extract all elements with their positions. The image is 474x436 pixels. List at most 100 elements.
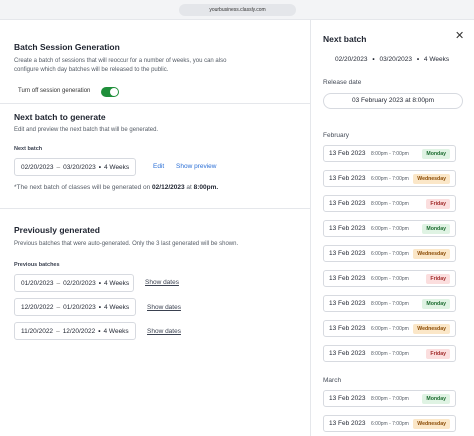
session-row[interactable]: 13 Feb 2023 6:00pm - 7:00pm Wednesday: [323, 170, 456, 187]
show-dates-link[interactable]: Show dates: [147, 328, 181, 335]
day-badge: Friday: [426, 198, 450, 209]
session-row[interactable]: 13 Feb 2023 6:00pm - 7:00pm Monday: [323, 220, 456, 237]
browser-address-bar: yourbusiness.classly.com: [0, 0, 474, 20]
session-time: 6:00pm - 7:00pm: [371, 275, 409, 282]
session-date: 13 Feb 2023: [329, 350, 366, 357]
next-batch-description: Edit and preview the next batch that wil…: [14, 127, 159, 133]
previous-batch-weeks: 4 Weeks: [104, 303, 130, 311]
day-badge: Wednesday: [413, 173, 450, 184]
session-date: 13 Feb 2023: [329, 150, 366, 157]
day-badge: Wednesday: [413, 248, 450, 259]
session-generation-toggle[interactable]: [101, 87, 119, 97]
session-row[interactable]: 13 Feb 2023 8:00pm - 7:00pm Friday: [323, 345, 456, 362]
session-date: 13 Feb 2023: [329, 300, 366, 307]
previous-batch-start: 01/20/2023: [21, 279, 54, 287]
session-row[interactable]: 13 Feb 2023 6:00pm - 7:00pm Friday: [323, 270, 456, 287]
session-time: 6:00pm - 7:00pm: [371, 250, 409, 257]
day-badge: Friday: [426, 348, 450, 359]
previous-batch-weeks: 4 Weeks: [104, 279, 130, 287]
session-row[interactable]: 13 Feb 2023 8:00pm - 7:00pm Friday: [323, 195, 456, 212]
close-icon[interactable]: ✕: [455, 31, 464, 42]
day-badge: Wednesday: [413, 418, 450, 429]
day-badge: Monday: [422, 148, 450, 159]
previous-batch-end: 01/20/2023: [63, 303, 96, 311]
page-description-line-1: Create a batch of sessions that will reo…: [14, 58, 227, 64]
session-date: 13 Feb 2023: [329, 225, 366, 232]
session-date: 13 Feb 2023: [329, 395, 366, 402]
next-batch-field-label: Next batch: [14, 146, 43, 152]
session-row[interactable]: 13 Feb 2023 8:00pm - 7:00pm Monday: [323, 295, 456, 312]
month-label-february: February: [323, 132, 350, 139]
section-divider: [0, 208, 310, 209]
session-time: 6:00pm - 7:00pm: [371, 420, 409, 427]
batch-settings-main: Batch Session Generation Create a batch …: [0, 20, 310, 436]
previous-batch-start: 11/20/2022: [21, 327, 54, 335]
session-time: 6:00pm - 7:00pm: [371, 325, 409, 332]
next-batch-heading: Next batch to generate: [14, 112, 106, 122]
range-dot: •: [98, 279, 101, 287]
range-dot: •: [98, 163, 101, 171]
edit-link[interactable]: Edit: [153, 163, 164, 170]
range-dot: •: [98, 303, 101, 311]
previous-batch-3: 11/20/2022 – 12/20/2022 • 4 Weeks: [14, 322, 136, 340]
day-badge: Monday: [422, 393, 450, 404]
previous-batch-2: 12/20/2022 – 01/20/2023 • 4 Weeks: [14, 298, 136, 316]
previously-generated-heading: Previously generated: [14, 225, 100, 235]
toggle-knob: [110, 88, 118, 96]
panel-range-weeks: 4 Weeks: [423, 56, 450, 63]
note-at: at: [186, 184, 192, 191]
session-date: 13 Feb 2023: [329, 420, 366, 427]
show-preview-link[interactable]: Show preview: [176, 163, 216, 170]
panel-range: 02/20/2023 • 03/20/2023 • 4 Weeks: [335, 56, 449, 63]
session-date: 13 Feb 2023: [329, 250, 366, 257]
session-row[interactable]: 13 Feb 2023 8:00pm - 7:00pm Monday: [323, 145, 456, 162]
page-title: Batch Session Generation: [14, 42, 120, 52]
next-generation-note: *The next batch of classes will be gener…: [14, 184, 218, 191]
session-time: 8:00pm - 7:00pm: [371, 300, 409, 307]
session-row[interactable]: 13 Feb 2023 6:00pm - 7:00pm Wednesday: [323, 245, 456, 262]
day-badge: Monday: [422, 223, 450, 234]
next-batch-end: 03/20/2023: [63, 163, 96, 171]
session-row[interactable]: 13 Feb 2023 8:00pm - 7:00pm Monday: [323, 390, 456, 407]
range-separator: –: [56, 163, 61, 171]
panel-range-start: 02/20/2023: [335, 56, 368, 63]
next-batch-range-field[interactable]: 02/20/2023 – 03/20/2023 • 4 Weeks: [14, 158, 136, 176]
previous-batches-label: Previous batches: [14, 262, 60, 268]
previous-batch-end: 02/20/2023: [63, 279, 96, 287]
note-date: 02/12/2023: [152, 184, 185, 191]
release-date-label: Release date: [323, 79, 362, 86]
next-batch-weeks: 4 Weeks: [104, 163, 130, 171]
previously-generated-description: Previous batches that were auto-generate…: [14, 241, 239, 247]
previous-batch-start: 12/20/2022: [21, 303, 54, 311]
session-date: 13 Feb 2023: [329, 275, 366, 282]
session-date: 13 Feb 2023: [329, 175, 366, 182]
month-label-march: March: [323, 377, 342, 384]
page-description-line-2: configure which day batches will be rele…: [14, 67, 169, 73]
session-time: 8:00pm - 7:00pm: [371, 200, 409, 207]
show-dates-link[interactable]: Show dates: [147, 304, 181, 311]
range-separator: –: [56, 279, 61, 287]
session-time: 8:00pm - 7:00pm: [371, 150, 409, 157]
url-field[interactable]: yourbusiness.classly.com: [179, 4, 296, 16]
day-badge: Monday: [422, 298, 450, 309]
panel-range-end: 03/20/2023: [379, 56, 412, 63]
session-time: 8:00pm - 7:00pm: [371, 395, 409, 402]
show-dates-link[interactable]: Show dates: [145, 279, 179, 286]
previous-batch-1: 01/20/2023 – 02/20/2023 • 4 Weeks: [14, 274, 134, 292]
session-row[interactable]: 13 Feb 2023 6:00pm - 7:00pm Wednesday: [323, 415, 456, 432]
toggle-label: Turn off session generation: [18, 88, 91, 94]
session-time: 8:00pm - 7:00pm: [371, 350, 409, 357]
range-separator: –: [56, 303, 61, 311]
previous-batch-weeks: 4 Weeks: [103, 327, 129, 335]
range-dot: •: [98, 327, 101, 335]
session-row[interactable]: 13 Feb 2023 6:00pm - 7:00pm Wednesday: [323, 320, 456, 337]
day-badge: Wednesday: [413, 323, 450, 334]
session-time: 6:00pm - 7:00pm: [371, 175, 409, 182]
note-time: 8:00pm.: [193, 184, 219, 191]
day-badge: Friday: [426, 273, 450, 284]
session-date: 13 Feb 2023: [329, 200, 366, 207]
release-date-field[interactable]: 03 February 2023 at 8:00pm: [323, 93, 463, 109]
note-prefix: *The next batch of classes will be gener…: [14, 184, 151, 191]
next-batch-panel: Next batch ✕ 02/20/2023 • 03/20/2023 • 4…: [310, 20, 474, 436]
session-date: 13 Feb 2023: [329, 325, 366, 332]
